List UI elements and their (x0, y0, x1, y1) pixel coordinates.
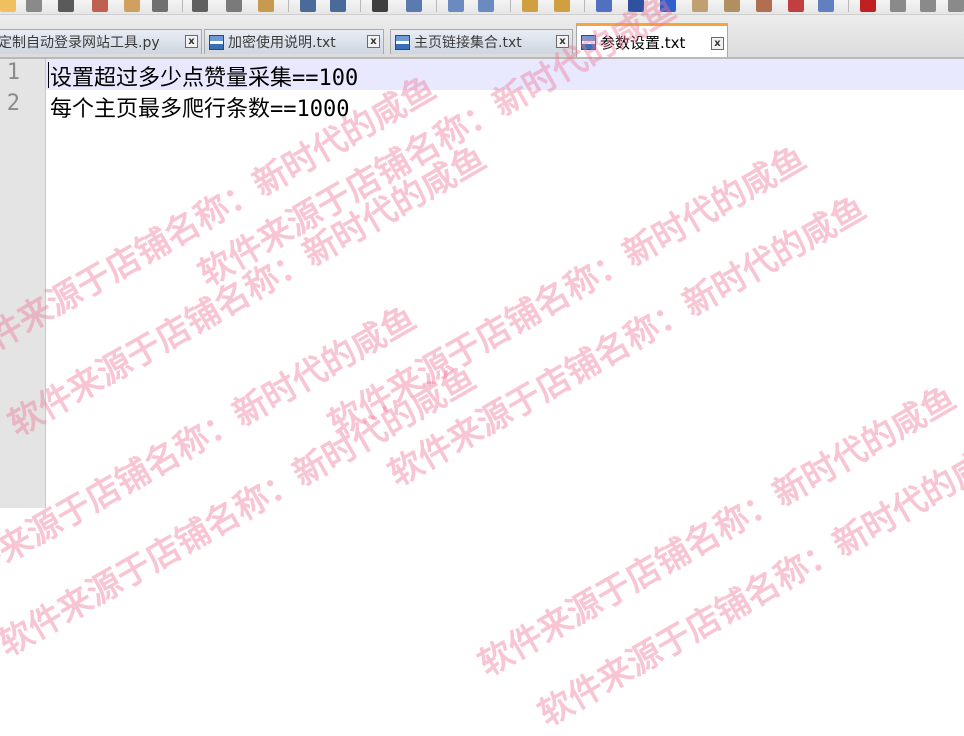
copy-icon[interactable] (226, 0, 242, 12)
line-number: 2 (6, 91, 20, 116)
editor-line[interactable]: 每个主页最多爬行条数==1000 (50, 91, 349, 123)
find-icon[interactable] (372, 0, 388, 12)
sync-vertical-icon[interactable] (522, 0, 538, 12)
stop-macro-icon[interactable] (890, 0, 906, 12)
play-macro-icon[interactable] (920, 0, 936, 12)
file-saved-icon (581, 35, 596, 50)
toolbar (0, 0, 964, 15)
close-icon[interactable]: x (556, 35, 569, 48)
tab-homepage-links[interactable]: 主页链接集合.txt x (390, 29, 573, 54)
toolbar-separator (360, 0, 361, 12)
replace-icon[interactable] (406, 0, 422, 12)
redo-icon[interactable] (330, 0, 346, 12)
zoom-in-icon[interactable] (448, 0, 464, 12)
watermark: 软件来源于店铺名称：新时代的咸鱼 (321, 138, 813, 445)
word-wrap-icon[interactable] (596, 0, 612, 12)
tab-encryption-instructions[interactable]: 加密使用说明.txt x (204, 29, 384, 54)
save-all-icon[interactable] (92, 0, 108, 12)
function-list-icon[interactable] (756, 0, 772, 12)
folder-workspace-icon[interactable] (788, 0, 804, 12)
watermark: 软件来源于店铺名称：新时代的咸鱼 (381, 188, 873, 495)
language-icon[interactable] (692, 0, 708, 12)
editor-line[interactable]: 设置超过多少点赞量采集==100 (50, 60, 358, 92)
close-icon[interactable]: x (367, 35, 380, 48)
tab-label: 定制自动登录网站工具.py (0, 35, 160, 51)
save-icon[interactable] (58, 0, 74, 12)
zoom-out-icon[interactable] (478, 0, 494, 12)
tab-label: 参数设置.txt (600, 34, 686, 52)
close-file-icon[interactable] (124, 0, 140, 12)
tab-label: 主页链接集合.txt (414, 35, 522, 51)
toolbar-separator (288, 0, 289, 12)
file-saved-icon (209, 34, 224, 50)
toolbar-separator (182, 0, 183, 12)
close-icon[interactable]: x (185, 35, 198, 48)
tab-bar: 定制自动登录网站工具.py x 加密使用说明.txt x 主页链接集合.txt … (0, 15, 964, 59)
save-macro-icon[interactable] (948, 0, 964, 12)
watermark: 软件来源于店铺名称：新时代的咸鱼 (0, 358, 483, 665)
watermark: 软件来源于店铺名称：新时代的咸鱼 (1, 138, 493, 445)
close-icon[interactable]: x (711, 37, 724, 50)
toolbar-separator (584, 0, 585, 12)
record-macro-icon[interactable] (860, 0, 876, 12)
open-file-icon[interactable] (26, 0, 42, 12)
new-file-icon[interactable] (0, 0, 16, 12)
tab-label: 加密使用说明.txt (228, 35, 336, 51)
cut-icon[interactable] (192, 0, 208, 12)
show-all-characters-icon[interactable] (628, 0, 644, 12)
watermark: 软件来源于店铺名称：新时代的咸鱼 (0, 298, 423, 605)
sync-horizontal-icon[interactable] (554, 0, 570, 12)
paste-icon[interactable] (258, 0, 274, 12)
toolbar-separator (510, 0, 511, 12)
toolbar-separator (436, 0, 437, 12)
toolbar-separator (848, 0, 849, 12)
tab-auto-login-tool[interactable]: 定制自动登录网站工具.py x (0, 29, 202, 54)
indent-guide-icon[interactable] (660, 0, 676, 12)
text-caret (48, 62, 49, 88)
line-number-gutter: 1 2 (0, 59, 46, 508)
monitoring-icon[interactable] (818, 0, 834, 12)
tab-parameter-settings[interactable]: 参数设置.txt x (576, 23, 728, 57)
watermark: 软件来源于店铺名称：新时代的咸鱼 (531, 428, 964, 735)
print-icon[interactable] (152, 0, 168, 12)
file-saved-icon (395, 34, 410, 50)
undo-icon[interactable] (300, 0, 316, 12)
line-number: 1 (6, 60, 20, 85)
doc-map-icon[interactable] (724, 0, 740, 12)
watermark: 软件来源于店铺名称：新时代的咸鱼 (471, 378, 963, 685)
